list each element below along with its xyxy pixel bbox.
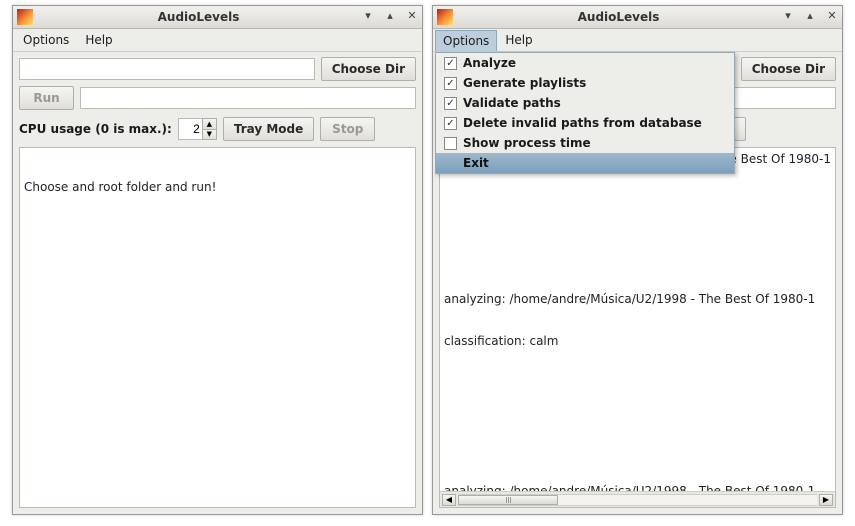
scroll-thumb[interactable] [458, 495, 558, 505]
cpu-row: CPU usage (0 is max.): ▲ ▼ Tray Mode Sto… [13, 115, 422, 147]
scroll-right-icon[interactable]: ▶ [819, 494, 833, 506]
checkbox-unchecked-icon[interactable] [444, 137, 457, 150]
menu-options-active[interactable]: Options [435, 30, 497, 51]
spin-down-icon[interactable]: ▼ [202, 129, 217, 141]
menubar: Options Help [13, 29, 422, 52]
titlebar[interactable]: AudioLevels ▾ ▴ ✕ [433, 6, 842, 29]
close-icon[interactable]: ✕ [826, 9, 838, 21]
scroll-track[interactable] [458, 494, 817, 506]
spin-up-icon[interactable]: ▲ [202, 118, 217, 129]
maximize-icon[interactable]: ▴ [384, 9, 396, 21]
log-line: analyzing: /home/andre/Música/U2/1998 - … [444, 484, 831, 491]
dd-generate-playlists[interactable]: ✓ Generate playlists [436, 73, 734, 93]
checkbox-checked-icon[interactable]: ✓ [444, 117, 457, 130]
checkbox-checked-icon[interactable]: ✓ [444, 77, 457, 90]
log-line: e Best Of 1980-1 [729, 152, 831, 166]
dd-show-process-time[interactable]: Show process time [436, 133, 734, 153]
app-icon [17, 9, 33, 25]
cpu-label: CPU usage (0 is max.): [19, 122, 172, 136]
window-title: AudioLevels [459, 10, 778, 24]
minimize-icon[interactable]: ▾ [362, 9, 374, 21]
menu-options[interactable]: Options [15, 29, 77, 51]
menu-help[interactable]: Help [77, 29, 120, 51]
dd-label: Validate paths [463, 96, 561, 110]
dd-label: Delete invalid paths from database [463, 116, 702, 130]
maximize-icon[interactable]: ▴ [804, 9, 816, 21]
horizontal-scrollbar[interactable]: ◀ ▶ [440, 491, 835, 507]
scroll-left-icon[interactable]: ◀ [442, 494, 456, 506]
log-output: Choose and root folder and run! [20, 148, 415, 507]
dd-label: Generate playlists [463, 76, 586, 90]
dir-row: Choose Dir [13, 52, 422, 86]
checkbox-checked-icon[interactable]: ✓ [444, 57, 457, 70]
window-left: AudioLevels ▾ ▴ ✕ Options Help Choose Di… [12, 5, 423, 515]
cpu-spinner[interactable]: ▲ ▼ [178, 118, 217, 140]
choose-dir-button[interactable]: Choose Dir [321, 57, 416, 81]
tray-mode-button[interactable]: Tray Mode [223, 117, 314, 141]
dd-label: Show process time [463, 136, 591, 150]
log-output: e Best Of 1980-1 analyzing: /home/andre/… [440, 148, 835, 491]
dir-input[interactable] [19, 58, 315, 80]
menu-help[interactable]: Help [497, 29, 540, 51]
window-right: AudioLevels ▾ ▴ ✕ Options Help ✓ Analyze… [432, 5, 843, 515]
log-panel: Choose and root folder and run! [19, 147, 416, 508]
window-title: AudioLevels [39, 10, 358, 24]
dd-label: Analyze [463, 56, 516, 70]
log-line: analyzing: /home/andre/Música/U2/1998 - … [444, 292, 831, 306]
log-panel: e Best Of 1980-1 analyzing: /home/andre/… [439, 147, 836, 508]
log-line: Choose and root folder and run! [24, 180, 411, 194]
run-button[interactable]: Run [19, 86, 74, 110]
dd-exit[interactable]: Exit [436, 153, 734, 173]
titlebar[interactable]: AudioLevels ▾ ▴ ✕ [13, 6, 422, 29]
stop-button[interactable]: Stop [320, 117, 375, 141]
close-icon[interactable]: ✕ [406, 9, 418, 21]
run-row: Run [13, 86, 422, 115]
dd-validate-paths[interactable]: ✓ Validate paths [436, 93, 734, 113]
dd-delete-invalid-paths[interactable]: ✓ Delete invalid paths from database [436, 113, 734, 133]
cpu-value[interactable] [178, 118, 202, 140]
choose-dir-button[interactable]: Choose Dir [741, 57, 836, 81]
options-dropdown: ✓ Analyze ✓ Generate playlists ✓ Validat… [435, 52, 735, 174]
minimize-icon[interactable]: ▾ [782, 9, 794, 21]
dd-label: Exit [463, 156, 489, 170]
checkbox-checked-icon[interactable]: ✓ [444, 97, 457, 110]
app-icon [437, 9, 453, 25]
dd-analyze[interactable]: ✓ Analyze [436, 53, 734, 73]
menubar: Options Help [433, 29, 842, 52]
run-status-field [80, 87, 416, 109]
menu-spacer [444, 157, 457, 170]
log-line: classification: calm [444, 334, 831, 348]
